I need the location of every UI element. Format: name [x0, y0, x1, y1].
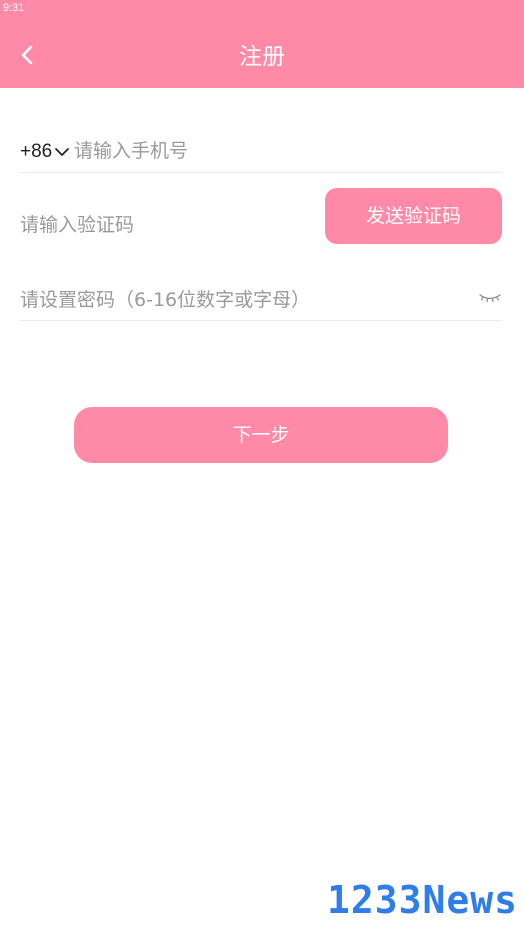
- chevron-down-icon: [55, 148, 70, 156]
- chevron-left-icon: [21, 45, 33, 65]
- verification-code-input[interactable]: [20, 210, 310, 240]
- top-app-bar: 注册: [0, 18, 524, 88]
- country-code-value: +86: [20, 141, 53, 162]
- password-visibility-toggle[interactable]: [478, 291, 502, 305]
- send-code-button[interactable]: 发送验证码: [325, 188, 502, 244]
- watermark-logo: 1233News: [326, 878, 518, 922]
- eye-closed-icon: [479, 294, 501, 303]
- page-title: 注册: [239, 44, 285, 70]
- next-step-button[interactable]: 下一步: [74, 407, 448, 463]
- password-divider: [20, 320, 502, 321]
- phone-divider: [20, 172, 502, 173]
- country-code-select[interactable]: +86: [20, 139, 70, 165]
- password-input[interactable]: [20, 285, 460, 315]
- status-bar: 9:31: [0, 0, 524, 18]
- status-time: 9:31: [3, 2, 25, 14]
- phone-input[interactable]: [74, 136, 494, 166]
- back-button[interactable]: [10, 38, 44, 72]
